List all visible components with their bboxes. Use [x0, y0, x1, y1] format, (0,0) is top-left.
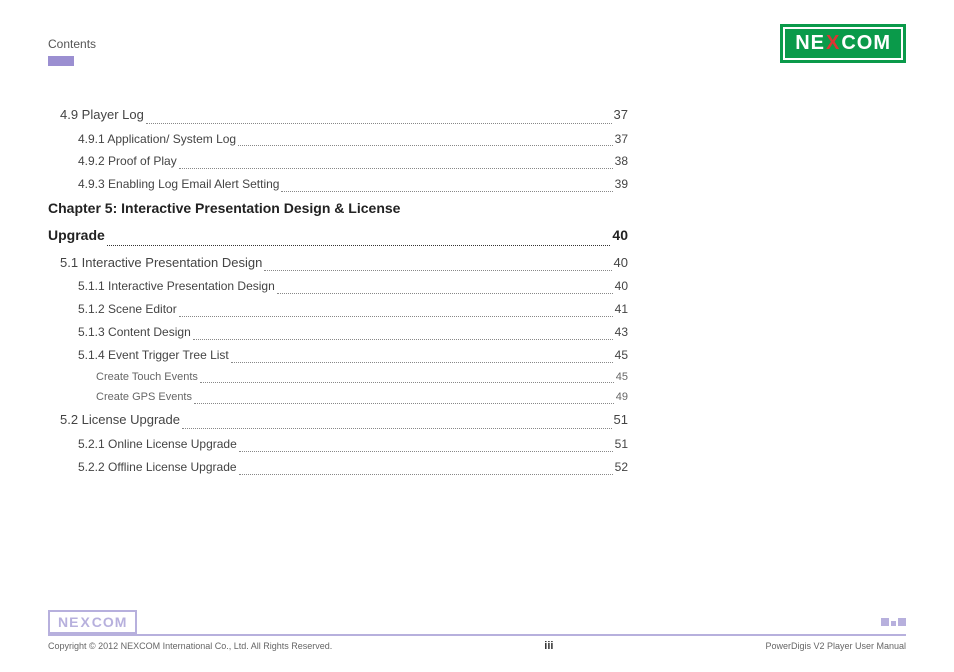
toc-chapter-heading[interactable]: Chapter 5: Interactive Presentation Desi…: [48, 200, 628, 249]
toc-label: 4.9.1 Application/ System Log: [78, 128, 236, 151]
toc-label: 4.9.3 Enabling Log Email Alert Setting: [78, 173, 279, 196]
toc-entry[interactable]: 4.9 Player Log 37: [48, 103, 628, 128]
nexcom-logo: NEXCOM: [780, 24, 906, 63]
toc-page: 52: [615, 456, 628, 479]
toc-leader-dots: [238, 145, 613, 146]
toc-page: 43: [615, 321, 628, 344]
toc-entry[interactable]: 5.2 License Upgrade 51: [48, 408, 628, 433]
toc-page: 45: [615, 344, 628, 367]
toc-leader-dots: [239, 451, 613, 452]
toc-label: 4.9 Player Log: [60, 103, 144, 128]
table-of-contents: 4.9 Player Log 37 4.9.1 Application/ Sys…: [48, 103, 628, 479]
toc-page: 37: [614, 103, 628, 128]
toc-page: 51: [614, 408, 628, 433]
footer-logo-left: NE: [58, 614, 79, 630]
toc-page: 38: [615, 150, 628, 173]
footer-logo-right: COM: [92, 614, 128, 630]
toc-label: 5.2.1 Online License Upgrade: [78, 433, 237, 456]
toc-entry[interactable]: 4.9.3 Enabling Log Email Alert Setting 3…: [48, 173, 628, 196]
toc-page: 39: [615, 173, 628, 196]
page-margin-tab: [48, 56, 74, 66]
toc-label: 5.1.3 Content Design: [78, 321, 191, 344]
toc-entry[interactable]: 5.1 Interactive Presentation Design 40: [48, 251, 628, 276]
toc-leader-dots: [179, 316, 613, 317]
footer-page-number: iii: [544, 640, 553, 652]
toc-label: 5.1.1 Interactive Presentation Design: [78, 275, 275, 298]
toc-entry[interactable]: 4.9.1 Application/ System Log 37: [48, 128, 628, 151]
toc-entry[interactable]: 4.9.2 Proof of Play 38: [48, 150, 628, 173]
toc-entry[interactable]: Create Touch Events 45: [48, 367, 628, 388]
toc-label: 5.1 Interactive Presentation Design: [60, 251, 262, 276]
header-contents-label: Contents: [48, 37, 96, 51]
toc-leader-dots: [264, 270, 611, 271]
footer-manual-name: PowerDigis V2 Player User Manual: [765, 641, 906, 651]
toc-page: 41: [615, 298, 628, 321]
logo-text-x: X: [826, 32, 840, 55]
toc-leader-dots: [146, 123, 612, 124]
footer-decor-icon: [881, 618, 906, 626]
toc-entry[interactable]: 5.2.1 Online License Upgrade 51: [48, 433, 628, 456]
toc-page: 51: [615, 433, 628, 456]
toc-label: 4.9.2 Proof of Play: [78, 150, 177, 173]
toc-entry[interactable]: 5.1.3 Content Design 43: [48, 321, 628, 344]
toc-entry[interactable]: 5.1.2 Scene Editor 41: [48, 298, 628, 321]
toc-label: 5.1.4 Event Trigger Tree List: [78, 344, 229, 367]
toc-chapter-title-line2: Upgrade: [48, 222, 105, 249]
toc-page: 45: [616, 367, 628, 388]
toc-label: Create Touch Events: [96, 367, 198, 388]
toc-leader-dots: [277, 293, 613, 294]
toc-entry[interactable]: 5.1.1 Interactive Presentation Design 40: [48, 275, 628, 298]
toc-page: 49: [616, 387, 628, 408]
toc-leader-dots: [179, 168, 613, 169]
toc-chapter-title-line1: Chapter 5: Interactive Presentation Desi…: [48, 200, 628, 216]
toc-label: 5.1.2 Scene Editor: [78, 298, 177, 321]
toc-entry[interactable]: 5.1.4 Event Trigger Tree List 45: [48, 344, 628, 367]
toc-page: 40: [614, 251, 628, 276]
page-footer: NEXCOM Copyright © 2012 NEXCOM Internati…: [48, 610, 906, 652]
toc-leader-dots: [281, 191, 612, 192]
logo-text-left: NE: [795, 32, 825, 55]
toc-leader-dots: [182, 428, 612, 429]
toc-entry[interactable]: Create GPS Events 49: [48, 387, 628, 408]
toc-page: 40: [615, 275, 628, 298]
toc-leader-dots: [193, 339, 613, 340]
toc-leader-dots: [194, 403, 614, 404]
toc-page: 40: [612, 222, 628, 249]
toc-page: 37: [615, 128, 628, 151]
toc-leader-dots: [107, 245, 611, 246]
toc-label: 5.2 License Upgrade: [60, 408, 180, 433]
toc-leader-dots: [239, 474, 613, 475]
toc-label: Create GPS Events: [96, 387, 192, 408]
page-header: Contents NEXCOM: [48, 24, 906, 63]
logo-text-right: COM: [841, 32, 891, 55]
footer-nexcom-logo: NEXCOM: [48, 610, 137, 634]
toc-entry[interactable]: 5.2.2 Offline License Upgrade 52: [48, 456, 628, 479]
footer-divider: [48, 634, 906, 636]
toc-leader-dots: [231, 362, 613, 363]
footer-logo-x: X: [80, 614, 90, 630]
toc-leader-dots: [200, 382, 614, 383]
footer-copyright: Copyright © 2012 NEXCOM International Co…: [48, 641, 332, 651]
toc-label: 5.2.2 Offline License Upgrade: [78, 456, 237, 479]
